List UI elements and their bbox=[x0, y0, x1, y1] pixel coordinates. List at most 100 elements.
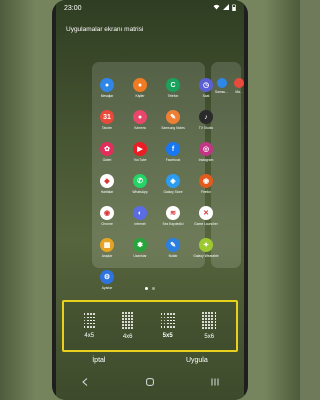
page-dot bbox=[152, 287, 155, 290]
app-icon: ◐ bbox=[133, 206, 147, 220]
back-icon[interactable] bbox=[75, 378, 95, 388]
second-page-app-grid: Samsu... Ma... bbox=[215, 78, 245, 94]
app-icon-item: Samsu... bbox=[215, 78, 228, 94]
app-icon-item: ✦ Galaxy Wearable bbox=[193, 238, 219, 258]
app-icon-item: ❃ Uzantılar bbox=[129, 238, 151, 258]
app-label: Internet bbox=[134, 222, 146, 226]
app-icon: ✦ bbox=[199, 238, 213, 252]
app-icon: ◉ bbox=[100, 206, 114, 220]
battery-icon bbox=[232, 3, 236, 13]
app-icon bbox=[234, 78, 245, 88]
app-icon: ✿ bbox=[100, 142, 114, 156]
app-icon: ✕ bbox=[199, 206, 213, 220]
app-label: Galaxy Store bbox=[163, 190, 183, 194]
app-label: Game Launcher bbox=[194, 222, 218, 226]
app-label: Ses Kaydedici bbox=[162, 222, 184, 226]
app-icon: ❃ bbox=[133, 238, 147, 252]
app-icon-item: 31 Takvim bbox=[96, 110, 118, 130]
app-icon-item: ♪ TV Studio bbox=[195, 110, 217, 130]
app-icon-item: ◈ Galaxy Store bbox=[162, 174, 184, 194]
app-icon: ≋ bbox=[166, 206, 180, 220]
grid-option-label: 4x5 bbox=[84, 332, 95, 339]
status-time: 23:00 bbox=[64, 4, 82, 12]
app-icon: ◉ bbox=[199, 174, 213, 188]
app-label: Galeri bbox=[102, 158, 112, 162]
app-icon-item: ◉ Firefox bbox=[195, 174, 217, 194]
app-icon-item: ✆ WhatsApp bbox=[129, 174, 151, 194]
app-icon-item: ✎ Notlar bbox=[162, 238, 184, 258]
app-label: Ma... bbox=[235, 90, 243, 94]
status-bar: 23:00 bbox=[56, 0, 244, 16]
app-label: YouTube bbox=[133, 158, 147, 162]
app-label: Samsung Notes bbox=[161, 126, 185, 130]
app-icon: f bbox=[166, 142, 180, 156]
app-label: Mesajlar bbox=[100, 94, 114, 98]
app-label: Galaxy Wearable bbox=[193, 254, 219, 258]
grid-preview-icon bbox=[160, 313, 175, 328]
wifi-icon bbox=[213, 4, 220, 12]
app-icon-item: ● Kişiler bbox=[129, 78, 151, 98]
app-icon-item: ● Mesajlar bbox=[96, 78, 118, 98]
app-icon: ⚙ bbox=[100, 270, 114, 284]
app-icon-item: ◉ Chrome bbox=[96, 206, 118, 226]
grid-preview-icon bbox=[83, 313, 95, 328]
app-icon: ✎ bbox=[166, 110, 180, 124]
app-icon: ▶ bbox=[133, 142, 147, 156]
app-icon: C bbox=[166, 78, 180, 92]
app-label: Telefon bbox=[167, 94, 179, 98]
app-icon-item: C Telefon bbox=[162, 78, 184, 98]
grid-option-4x6[interactable]: 4x6 bbox=[122, 311, 134, 341]
app-label: Facebook bbox=[165, 158, 181, 162]
app-label: TV Studio bbox=[198, 126, 214, 130]
cancel-button[interactable]: İptal bbox=[92, 357, 105, 364]
grid-option-label: 5x6 bbox=[204, 334, 215, 341]
app-icon-item: ▦ Araçlar bbox=[96, 238, 118, 258]
page-title: Uygulamalar ekranı matrisi bbox=[66, 26, 144, 33]
recents-icon[interactable] bbox=[205, 378, 225, 388]
home-icon[interactable] bbox=[140, 378, 160, 388]
app-icon: ✎ bbox=[166, 238, 180, 252]
app-icon: ● bbox=[133, 78, 147, 92]
app-label: Samsu... bbox=[215, 90, 229, 94]
app-icon-item: ✎ Samsung Notes bbox=[161, 110, 185, 130]
app-icon: ● bbox=[133, 110, 147, 124]
app-icon-item: ≋ Ses Kaydedici bbox=[162, 206, 184, 226]
page-indicator bbox=[0, 287, 300, 290]
app-icon: ◷ bbox=[199, 78, 213, 92]
app-label: Saat bbox=[202, 94, 210, 98]
app-icon-item: ✕ Game Launcher bbox=[194, 206, 218, 226]
app-icon: 31 bbox=[100, 110, 114, 124]
app-grid: ● Mesajlar ● Kişiler C Telefon ◷ Saat 31 Takvim ● K… bbox=[96, 78, 219, 290]
app-icon-item: ◎ Instagram bbox=[195, 142, 217, 162]
app-icon: ● bbox=[100, 78, 114, 92]
app-label: WhatsApp bbox=[132, 190, 148, 194]
app-icon bbox=[216, 78, 227, 88]
app-icon-item: ◆ Haritalar bbox=[96, 174, 118, 194]
app-icon: ◆ bbox=[100, 174, 114, 188]
navigation-bar bbox=[52, 374, 248, 392]
grid-option-4x5[interactable]: 4x5 bbox=[83, 313, 95, 339]
grid-option-label: 5x5 bbox=[162, 332, 173, 339]
grid-option-5x6[interactable]: 5x6 bbox=[202, 311, 217, 341]
grid-option-label: 4x6 bbox=[122, 334, 133, 341]
app-icon: ▦ bbox=[100, 238, 114, 252]
grid-option-5x5[interactable]: 5x5 bbox=[160, 313, 175, 339]
app-icon-item: ▶ YouTube bbox=[129, 142, 151, 162]
action-buttons: İptal Uygula bbox=[52, 357, 248, 364]
app-icon-item: f Facebook bbox=[162, 142, 184, 162]
app-icon-item: ✿ Galeri bbox=[96, 142, 118, 162]
app-label: Araçlar bbox=[101, 254, 113, 258]
grid-preview-icon bbox=[202, 311, 217, 330]
app-label: Instagram bbox=[198, 158, 214, 162]
app-icon: ◎ bbox=[199, 142, 213, 156]
app-label: Kişiler bbox=[135, 94, 145, 98]
app-label: Firefox bbox=[200, 190, 212, 194]
grid-size-options: 4x5 4x6 5x5 5x6 bbox=[62, 300, 238, 352]
app-label: Uzantılar bbox=[133, 254, 147, 258]
apply-button[interactable]: Uygula bbox=[186, 357, 208, 364]
app-label: Kamera bbox=[134, 126, 146, 130]
app-icon-item: Ma... bbox=[234, 78, 245, 94]
page-dot-active bbox=[145, 287, 148, 290]
signal-icon bbox=[223, 4, 229, 12]
app-icon: ◈ bbox=[166, 174, 180, 188]
